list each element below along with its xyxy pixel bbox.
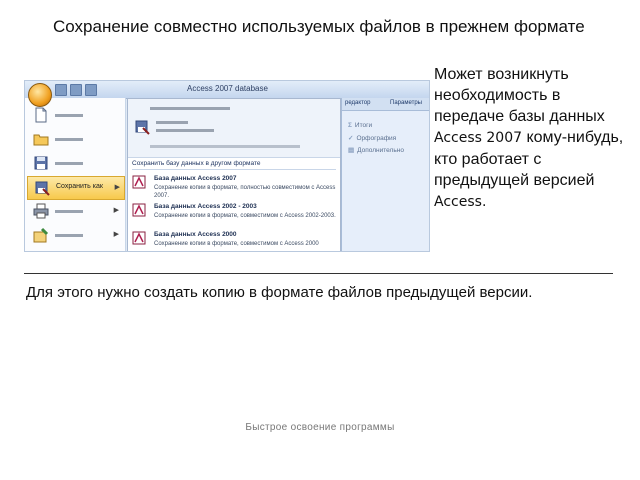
menu-item-print[interactable]: ▶ xyxy=(27,200,123,222)
ribbon-item-label: Итоги xyxy=(354,122,373,129)
side-text-end: . xyxy=(481,194,487,210)
ribbon-item-totals[interactable]: Σ Итоги xyxy=(348,122,372,129)
side-text-part: Может возникнуть необходимость в передач… xyxy=(434,66,605,125)
new-document-icon xyxy=(35,107,47,123)
ribbon-item-spelling[interactable]: ✓ Орфография xyxy=(348,134,396,142)
manage-icon xyxy=(33,227,49,243)
option-description: Сохранение копии в формате, полностью со… xyxy=(154,185,336,199)
menu-item-label-placeholder xyxy=(55,138,83,141)
chevron-right-icon: ▶ xyxy=(113,207,119,214)
menu-item-save-as[interactable]: Сохранить как ▶ xyxy=(27,176,125,200)
menu-item-label-placeholder xyxy=(55,234,83,237)
chevron-right-icon: ▶ xyxy=(114,184,120,191)
footer: Быстрое освоение программы xyxy=(245,422,395,433)
sigma-icon: Σ xyxy=(348,122,352,129)
slide-title: Сохранение совместно используемых файлов… xyxy=(53,17,585,36)
menu-item-label-placeholder xyxy=(55,210,83,213)
caption: Для этого нужно создать копию в формате … xyxy=(26,284,533,301)
placeholder-line xyxy=(150,145,300,148)
placeholder-line xyxy=(150,107,230,110)
office-menu: Сохранить как ▶ ▶ ▶ xyxy=(25,98,126,251)
office-button[interactable] xyxy=(28,83,52,107)
save-icon[interactable] xyxy=(55,84,67,96)
ribbon-item-label: Дополнительно xyxy=(357,147,404,154)
chevron-right-icon: ▶ xyxy=(113,231,119,238)
menu-item-new[interactable] xyxy=(27,104,123,126)
ribbon: редактор Параметры Σ Итоги ✓ Орфография ▤ Д… xyxy=(341,98,429,251)
side-description: Может возникнуть необходимость в передач… xyxy=(434,64,634,213)
access-2000-file-icon xyxy=(132,231,146,245)
option-title: База данных Access 2000 xyxy=(154,231,237,238)
submenu-preview xyxy=(128,99,340,158)
tab-editor[interactable]: редактор xyxy=(345,100,370,106)
spellcheck-icon: ✓ xyxy=(348,135,354,142)
product-name: Access 2007 xyxy=(434,130,523,146)
divider xyxy=(132,169,336,170)
print-icon xyxy=(33,203,49,219)
option-description: Сохранение копии в формате, совместимом … xyxy=(154,241,319,247)
save-as-icon xyxy=(35,181,50,196)
divider xyxy=(24,273,613,274)
save-as-submenu: Сохранить базу данных в другом формате Б… xyxy=(127,98,341,251)
ribbon-tabs: редактор Параметры xyxy=(342,98,429,111)
save-disk-icon xyxy=(34,156,48,170)
menu-item-manage[interactable]: ▶ xyxy=(27,224,123,246)
window-titlebar: Access 2007 database xyxy=(25,81,429,99)
open-folder-icon xyxy=(33,134,49,146)
more-icon: ▤ xyxy=(348,147,355,154)
menu-item-save[interactable] xyxy=(27,152,123,174)
option-title: База данных Access 2007 xyxy=(154,175,237,182)
tab-parameters[interactable]: Параметры xyxy=(390,100,422,106)
save-as-icon xyxy=(135,120,150,135)
redo-icon[interactable] xyxy=(85,84,97,96)
window-title: Access 2007 database xyxy=(187,84,268,93)
placeholder-line xyxy=(156,121,188,124)
undo-icon[interactable] xyxy=(70,84,82,96)
menu-item-label-placeholder xyxy=(55,114,83,117)
option-title: База данных Access 2002 - 2003 xyxy=(154,203,257,210)
access-screenshot: Access 2007 database редактор Параметры … xyxy=(24,80,430,252)
access-2002-file-icon xyxy=(132,203,146,217)
ribbon-item-more[interactable]: ▤ Дополнительно xyxy=(348,146,404,154)
menu-item-open[interactable] xyxy=(27,128,123,150)
placeholder-line xyxy=(156,129,214,132)
quick-access-toolbar xyxy=(55,84,97,96)
menu-item-label: Сохранить как xyxy=(56,183,103,190)
ribbon-item-label: Орфография xyxy=(356,135,397,142)
product-name: Access xyxy=(434,194,482,210)
access-2007-file-icon xyxy=(132,175,146,189)
menu-item-label-placeholder xyxy=(55,162,83,165)
submenu-heading: Сохранить базу данных в другом формате xyxy=(132,160,261,167)
option-description: Сохранение копии в формате, совместимом … xyxy=(154,213,336,219)
